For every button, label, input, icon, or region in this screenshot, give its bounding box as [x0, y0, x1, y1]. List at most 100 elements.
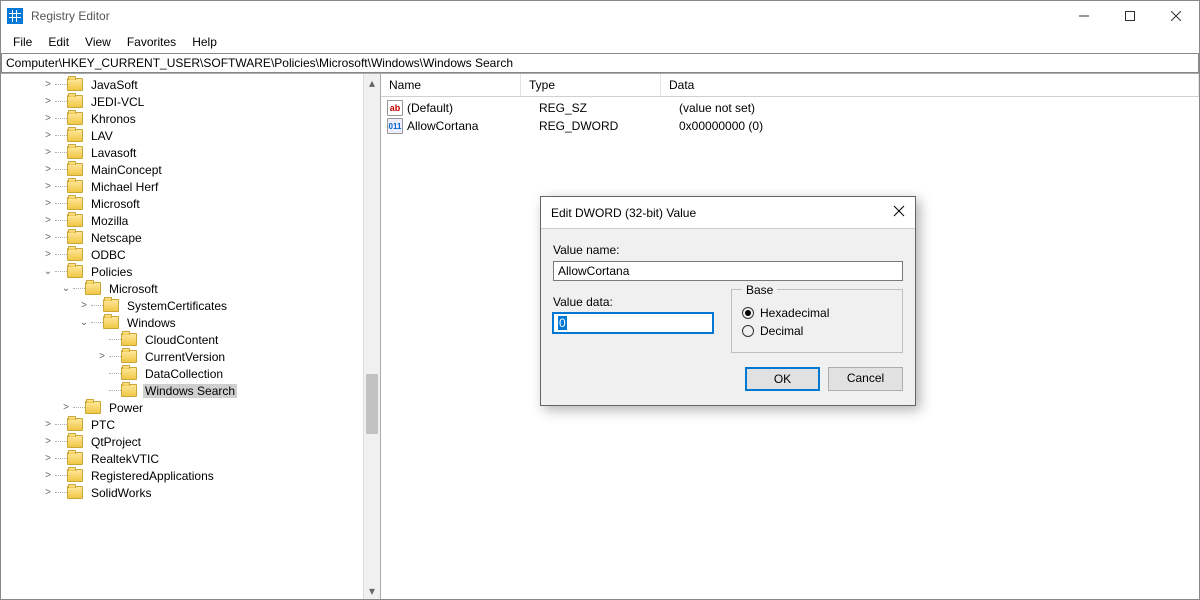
tree-item[interactable]: > JEDI-VCL	[1, 93, 380, 110]
tree-item[interactable]: > Mozilla	[1, 212, 380, 229]
address-bar[interactable]: Computer\HKEY_CURRENT_USER\SOFTWARE\Poli…	[1, 53, 1199, 73]
menu-favorites[interactable]: Favorites	[119, 33, 184, 51]
string-value-icon: ab	[387, 100, 403, 116]
radio-hexadecimal[interactable]: Hexadecimal	[742, 306, 892, 320]
chevron-right-icon[interactable]: >	[41, 113, 55, 124]
edit-dword-dialog: Edit DWORD (32-bit) Value Value name: Va…	[540, 196, 916, 406]
tree-item[interactable]: ⌄Microsoft	[1, 280, 380, 297]
header-data[interactable]: Data	[661, 74, 1199, 96]
tree-item[interactable]: ⌄Policies	[1, 263, 380, 280]
chevron-right-icon[interactable]: >	[95, 351, 109, 362]
dialog-close-button[interactable]	[893, 205, 905, 220]
header-type[interactable]: Type	[521, 74, 661, 96]
folder-icon	[103, 299, 119, 312]
folder-icon	[67, 452, 83, 465]
tree-scrollbar[interactable]: ▴ ▾	[363, 74, 380, 599]
tree-item[interactable]: >SolidWorks	[1, 484, 380, 501]
radio-icon	[742, 325, 754, 337]
value-data-field[interactable]: 0	[553, 313, 713, 333]
chevron-right-icon[interactable]: >	[41, 470, 55, 481]
cancel-button[interactable]: Cancel	[828, 367, 903, 391]
tree-item-label: JEDI-VCL	[89, 95, 146, 109]
tree-item[interactable]: > QtProject	[1, 433, 380, 450]
value-type: REG_SZ	[539, 101, 679, 115]
tree-item[interactable]: >Michael Herf	[1, 178, 380, 195]
window-title: Registry Editor	[31, 9, 110, 23]
tree-item[interactable]: >Netscape	[1, 229, 380, 246]
chevron-right-icon[interactable]: >	[41, 198, 55, 209]
chevron-right-icon[interactable]: >	[41, 147, 55, 158]
value-row[interactable]: 011AllowCortanaREG_DWORD0x00000000 (0)	[381, 117, 1199, 135]
chevron-down-icon[interactable]: ⌄	[77, 317, 91, 328]
chevron-right-icon[interactable]: >	[41, 436, 55, 447]
folder-icon	[121, 350, 137, 363]
chevron-right-icon[interactable]: >	[41, 96, 55, 107]
chevron-right-icon[interactable]: >	[59, 402, 73, 413]
chevron-right-icon[interactable]: >	[77, 300, 91, 311]
chevron-right-icon[interactable]: >	[41, 453, 55, 464]
tree-item-label: QtProject	[89, 435, 143, 449]
tree-item[interactable]: DataCollection	[1, 365, 380, 382]
folder-icon	[67, 163, 83, 176]
maximize-button[interactable]	[1107, 1, 1153, 31]
regedit-icon	[7, 8, 23, 24]
chevron-right-icon[interactable]: >	[41, 164, 55, 175]
scroll-up-arrow-icon[interactable]: ▴	[364, 74, 380, 91]
tree-item[interactable]: >PTC	[1, 416, 380, 433]
value-type: REG_DWORD	[539, 119, 679, 133]
folder-icon	[67, 486, 83, 499]
registry-tree[interactable]: >JavaSoft>JEDI-VCL>Khronos>LAV>Lavasoft>…	[1, 74, 380, 503]
tree-item[interactable]: Windows Search	[1, 382, 380, 399]
value-name-field[interactable]	[553, 261, 903, 281]
tree-item[interactable]: ⌄Windows	[1, 314, 380, 331]
dialog-title: Edit DWORD (32-bit) Value	[551, 206, 893, 220]
tree-item[interactable]: > RealtekVTIC	[1, 450, 380, 467]
menubar: File Edit View Favorites Help	[1, 31, 1199, 53]
chevron-right-icon[interactable]: >	[41, 215, 55, 226]
chevron-right-icon[interactable]: >	[41, 181, 55, 192]
value-row[interactable]: ab(Default)REG_SZ(value not set)	[381, 99, 1199, 117]
chevron-down-icon[interactable]: ⌄	[59, 283, 73, 294]
tree-item[interactable]: >Microsoft	[1, 195, 380, 212]
tree-item[interactable]: >ODBC	[1, 246, 380, 263]
tree-item[interactable]: > LAV	[1, 127, 380, 144]
tree-item-label: DataCollection	[143, 367, 225, 381]
tree-item-label: RealtekVTIC	[89, 452, 161, 466]
minimize-button[interactable]	[1061, 1, 1107, 31]
chevron-right-icon[interactable]: >	[41, 130, 55, 141]
header-name[interactable]: Name	[381, 74, 521, 96]
menu-file[interactable]: File	[5, 33, 40, 51]
menu-edit[interactable]: Edit	[40, 33, 77, 51]
menu-help[interactable]: Help	[184, 33, 225, 51]
menu-view[interactable]: View	[77, 33, 119, 51]
chevron-right-icon[interactable]: >	[41, 419, 55, 430]
scroll-down-arrow-icon[interactable]: ▾	[364, 582, 380, 599]
chevron-right-icon[interactable]: >	[41, 487, 55, 498]
tree-item[interactable]: >SystemCertificates	[1, 297, 380, 314]
tree-item-label: LAV	[89, 129, 115, 143]
tree-item[interactable]: > RegisteredApplications	[1, 467, 380, 484]
tree-item[interactable]: >CurrentVersion	[1, 348, 380, 365]
chevron-down-icon[interactable]: ⌄	[41, 266, 55, 277]
tree-item[interactable]: >Khronos	[1, 110, 380, 127]
tree-item[interactable]: >Power	[1, 399, 380, 416]
value-name-label: Value name:	[553, 243, 903, 257]
folder-icon	[67, 129, 83, 142]
tree-item[interactable]: CloudContent	[1, 331, 380, 348]
close-button[interactable]	[1153, 1, 1199, 31]
value-data: (value not set)	[679, 101, 1193, 115]
scroll-thumb[interactable]	[366, 374, 378, 434]
tree-item[interactable]: >MainConcept	[1, 161, 380, 178]
chevron-right-icon[interactable]: >	[41, 249, 55, 260]
chevron-right-icon[interactable]: >	[41, 232, 55, 243]
ok-button[interactable]: OK	[745, 367, 820, 391]
tree-item[interactable]: >Lavasoft	[1, 144, 380, 161]
chevron-right-icon[interactable]: >	[41, 79, 55, 90]
tree-item[interactable]: >JavaSoft	[1, 76, 380, 93]
tree-item-label: Mozilla	[89, 214, 130, 228]
radio-decimal[interactable]: Decimal	[742, 324, 892, 338]
tree-item-label: RegisteredApplications	[89, 469, 216, 483]
value-data: 0x00000000 (0)	[679, 119, 1193, 133]
folder-icon	[121, 384, 137, 397]
folder-icon	[67, 435, 83, 448]
